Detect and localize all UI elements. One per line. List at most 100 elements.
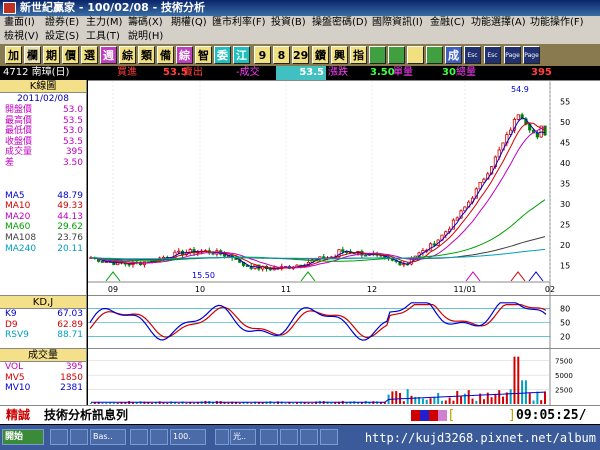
menu-item[interactable]: 操盤密碼(D): [312, 16, 368, 30]
volume-bar: [421, 398, 424, 404]
toolbar-add-button[interactable]: 加: [5, 46, 22, 64]
menu-item[interactable]: 證券(E): [45, 16, 79, 30]
indicator-label: K9: [5, 309, 17, 319]
volume-bar: [227, 402, 230, 404]
menu-item[interactable]: 畫面(I): [4, 16, 35, 30]
toolbar-smart-button[interactable]: 智: [195, 46, 212, 64]
menu-row-primary: 畫面(I) 證券(E) 主力(M) 籌碼(X) 期權(Q) 匯市利率(F) 投資(B) 操盤密…: [0, 16, 600, 30]
menu-item[interactable]: 金融(C): [430, 16, 465, 30]
volume-chart[interactable]: 2500 5000 7500: [88, 348, 600, 406]
toolbar-page-button[interactable]: Page: [504, 46, 521, 64]
volume-bar: [448, 397, 451, 404]
toolbar-deal-button[interactable]: 成: [445, 46, 462, 64]
candle-body: [211, 252, 215, 255]
indicator-row: MV5 1850: [0, 373, 86, 384]
volume-bar: [475, 400, 478, 404]
status-bracket-open: [: [449, 408, 455, 423]
y-tick-label: 35: [560, 180, 570, 189]
menu-item[interactable]: 功能選擇(A): [471, 16, 526, 30]
toolbar-29-button[interactable]: 29: [292, 46, 309, 64]
toolbar-summary2-button[interactable]: 綜: [176, 46, 193, 64]
menu-item[interactable]: 投資(B): [271, 16, 306, 30]
toolbar-column-button[interactable]: 欄: [24, 46, 41, 64]
taskbar-item[interactable]: [150, 429, 168, 445]
menu-item[interactable]: 匯市利率(F): [212, 16, 266, 30]
kline-date: 2011/02/08: [17, 94, 69, 104]
indicator-row: MA240 20.11: [0, 244, 86, 255]
toolbar-futures-button[interactable]: 期: [43, 46, 60, 64]
toolbar-stack-icon-button[interactable]: [426, 46, 443, 64]
taskbar-item[interactable]: [320, 429, 338, 445]
app-icon: [3, 2, 16, 14]
ma-rows: MA5 48.79 MA10 49.33 MA20 44.13 MA60 29.62 MA108…: [0, 191, 86, 255]
toolbar-order-button[interactable]: 委: [214, 46, 231, 64]
status-badge: 精誠: [6, 408, 31, 422]
menu-item[interactable]: 國際資訊(I): [372, 16, 423, 30]
toolbar-9-button[interactable]: 9: [254, 46, 271, 64]
toolbar-category-button[interactable]: 類: [138, 46, 155, 64]
menu-item[interactable]: 功能操作(F): [530, 16, 584, 30]
start-button[interactable]: 開始: [2, 429, 44, 445]
volume-bar: [90, 403, 92, 404]
menu-item[interactable]: 設定(S): [45, 30, 79, 44]
indicator-row: K9 67.03: [0, 309, 86, 320]
toolbar-diamond-button[interactable]: 鑽: [312, 46, 329, 64]
volume-bar: [460, 396, 463, 404]
menu-item[interactable]: 檢視(V): [4, 30, 39, 44]
taskbar-item[interactable]: 100.: [170, 429, 206, 445]
menu-row-secondary: 檢視(V) 設定(S) 工具(T) 說明(H): [0, 30, 600, 44]
volume-bar: [494, 394, 497, 404]
indicator-row: MA108 23.76: [0, 233, 86, 244]
kline-chart-svg[interactable]: 15 20 25 30 35 40 45 50 55 09 10 11 12 11/01 02 54.9 15.…: [88, 81, 600, 296]
toolbar-xing-button[interactable]: 興: [331, 46, 348, 64]
toolbar-summary-button[interactable]: 綜: [119, 46, 136, 64]
toolbar-page2-button[interactable]: Page: [523, 46, 540, 64]
toolbar-esc2-button[interactable]: Esc: [484, 46, 501, 64]
toolbar-select-button[interactable]: 選: [81, 46, 98, 64]
menu-item[interactable]: 說明(H): [128, 30, 163, 44]
watermark-url: http://kujd3268.pixnet.net/album: [364, 431, 596, 445]
total-volume: 395: [531, 67, 552, 78]
toolbar-chart-icon-button[interactable]: [369, 46, 386, 64]
y-tick-label: 5000: [555, 372, 573, 380]
candle-body: [177, 250, 181, 253]
taskbar-item[interactable]: [70, 429, 88, 445]
volume-bar: [296, 402, 299, 404]
x-tick-label: 12: [367, 285, 377, 294]
kd-chart[interactable]: 20 50 80: [88, 295, 600, 349]
indicator-value: 62.89: [57, 319, 83, 330]
taskbar-item[interactable]: [215, 429, 229, 445]
volume-bar: [109, 402, 112, 404]
taskbar-item[interactable]: [300, 429, 318, 445]
taskbar-item[interactable]: [260, 429, 278, 445]
toolbar-8-button[interactable]: 8: [273, 46, 290, 64]
menu-item[interactable]: 籌碼(X): [128, 16, 163, 30]
status-message: 技術分析訊息列: [44, 408, 129, 422]
kline-chart[interactable]: 15 20 25 30 35 40 45 50 55 09 10 11 12 11/01 02 54.9 15.…: [88, 80, 600, 296]
taskbar-item[interactable]: [130, 429, 148, 445]
toolbar-grid-icon-button[interactable]: [388, 46, 405, 64]
taskbar-item[interactable]: 光..: [230, 429, 256, 445]
taskbar-item[interactable]: Bas..: [90, 429, 126, 445]
kd-chart-svg[interactable]: 20 50 80: [88, 296, 600, 349]
x-tick-label: 11: [281, 285, 291, 294]
volume-chart-svg[interactable]: 2500 5000 7500: [88, 349, 600, 406]
toolbar-table-icon-button[interactable]: [407, 46, 424, 64]
toolbar-jiang-button[interactable]: 江: [233, 46, 250, 64]
indicator-row: D9 62.89: [0, 320, 86, 331]
menu-item[interactable]: 期權(Q): [171, 16, 207, 30]
y-tick-label: 20: [560, 333, 570, 342]
toolbar-price-button[interactable]: 價: [62, 46, 79, 64]
menu-item[interactable]: 主力(M): [86, 16, 122, 30]
menu-item[interactable]: 工具(T): [86, 30, 120, 44]
toolbar-week-button[interactable]: 週: [100, 46, 117, 64]
indicator-row: MA5 48.79: [0, 191, 86, 202]
toolbar-esc-button[interactable]: Esc: [464, 46, 481, 64]
volume-bar: [540, 400, 543, 404]
taskbar-item[interactable]: [50, 429, 68, 445]
toolbar-memo-button[interactable]: 備: [157, 46, 174, 64]
taskbar-item[interactable]: [280, 429, 298, 445]
volume-bar: [437, 392, 440, 404]
toolbar-index-button[interactable]: 指: [350, 46, 367, 64]
volume-bar: [101, 402, 104, 404]
